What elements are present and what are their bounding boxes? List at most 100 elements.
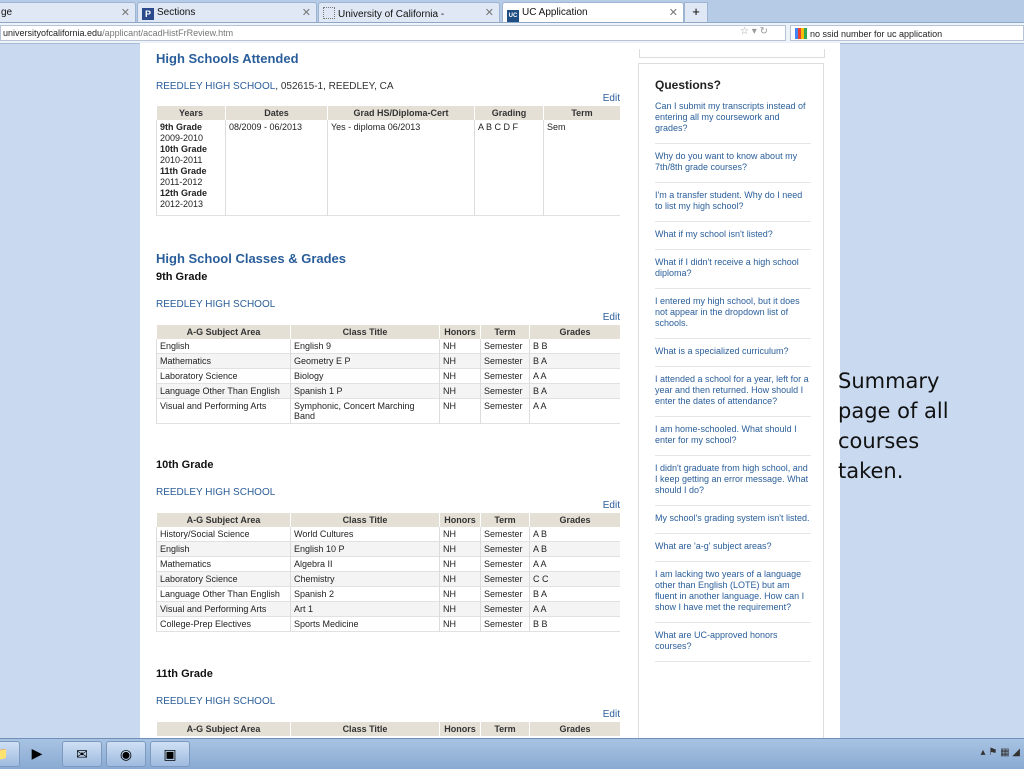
grade-label: 12th Grade xyxy=(160,188,208,198)
close-icon[interactable]: ✕ xyxy=(485,6,494,19)
school-link[interactable]: REEDLEY HIGH SCHOOL xyxy=(156,81,275,92)
tab-4[interactable]: UC UC Application ✕ xyxy=(502,2,684,22)
school-line: REEDLEY HIGH SCHOOL xyxy=(156,487,275,498)
tab-1[interactable]: ge ✕ xyxy=(0,2,136,22)
question-link[interactable]: What are UC-approved honors courses? xyxy=(655,630,811,662)
questions-list: Can I submit my transcripts instead of e… xyxy=(655,101,811,669)
grade-heading: 10th Grade xyxy=(156,459,214,471)
outlook-icon[interactable]: ✉ xyxy=(62,741,102,767)
school-link[interactable]: REEDLEY HIGH SCHOOL xyxy=(156,696,275,707)
url-input[interactable]: universityofcalifornia.edu/applicant/aca… xyxy=(0,25,786,41)
class-title-cell: Chemistry xyxy=(290,571,440,587)
subject-cell: English xyxy=(156,541,291,557)
media-player-icon[interactable]: ▶ xyxy=(22,741,52,767)
question-link[interactable]: What is a specialized curriculum? xyxy=(655,346,811,367)
explorer-icon[interactable]: 📁 xyxy=(0,741,20,767)
question-link[interactable]: I am lacking two years of a language oth… xyxy=(655,569,811,623)
class-title-cell: World Cultures xyxy=(290,527,440,542)
term-cell: Semester xyxy=(480,586,530,602)
navigation-bar: universityofcalifornia.edu/applicant/aca… xyxy=(0,23,1024,44)
classes-table: A-G Subject Area Class Title Honors Term… xyxy=(156,325,620,424)
question-link[interactable]: I'm a transfer student. Why do I need to… xyxy=(655,190,811,222)
powerpoint-icon[interactable]: ▣ xyxy=(150,741,190,767)
table-row: Visual and Performing Arts Symphonic, Con… xyxy=(156,398,620,424)
table-row: Laboratory Science Chemistry NH Semester C C xyxy=(156,571,620,587)
question-link[interactable]: What are 'a-g' subject areas? xyxy=(655,541,811,562)
tab-2[interactable]: P Sections ✕ xyxy=(137,2,317,22)
close-icon[interactable]: ✕ xyxy=(669,6,678,19)
honors-cell: NH xyxy=(439,586,481,602)
edit-link[interactable]: Edit xyxy=(603,500,620,511)
tab-3[interactable]: University of California - ✕ xyxy=(318,2,500,22)
grades-cell: A A xyxy=(529,556,620,572)
annotation-text: Summary page of all courses taken. xyxy=(838,369,949,483)
grades-cell: A B xyxy=(529,527,620,542)
honors-cell: NH xyxy=(439,601,481,617)
term-cell: Semester xyxy=(480,398,530,424)
class-title-cell: Geometry E P xyxy=(290,353,440,369)
loading-icon xyxy=(323,7,335,19)
question-link[interactable]: My school's grading system isn't listed. xyxy=(655,513,811,534)
grades-cell: B A xyxy=(529,353,620,369)
firefox-icon[interactable]: ◉ xyxy=(106,741,146,767)
question-link[interactable]: What if I didn't receive a high school d… xyxy=(655,257,811,289)
grad-cell: Yes - diploma 06/2013 xyxy=(327,120,475,215)
table-row: English English 10 P NH Semester A B xyxy=(156,541,620,557)
honors-cell: NH xyxy=(439,353,481,369)
question-link[interactable]: Can I submit my transcripts instead of e… xyxy=(655,101,811,144)
grade-label: 10th Grade xyxy=(160,144,208,154)
school-link[interactable]: REEDLEY HIGH SCHOOL xyxy=(156,299,275,310)
column-header: Term xyxy=(543,106,620,120)
dropdown-icon[interactable]: ▾ xyxy=(752,26,757,37)
term-cell: Semester xyxy=(480,339,530,354)
school-link[interactable]: REEDLEY HIGH SCHOOL xyxy=(156,487,275,498)
column-header: Honors xyxy=(439,513,481,527)
bookmark-star-icon[interactable]: ☆ xyxy=(740,26,749,37)
honors-cell: NH xyxy=(439,616,481,632)
tab-label: University of California - xyxy=(338,9,445,20)
table-row: Language Other Than English Spanish 2 NH Se… xyxy=(156,586,620,602)
column-header: Term xyxy=(480,325,530,339)
grades-cell: B B xyxy=(529,339,620,354)
year-value: 2011-2012 xyxy=(160,177,203,187)
close-icon[interactable]: ✕ xyxy=(121,6,130,19)
table-row: Mathematics Geometry E P NH Semester B A xyxy=(156,353,620,369)
flag-icon[interactable]: ⚑ xyxy=(988,747,997,758)
term-cell: Semester xyxy=(480,556,530,572)
class-title-cell: English 10 P xyxy=(290,541,440,557)
p-icon: P xyxy=(142,8,154,20)
question-link[interactable]: I am home-schooled. What should I enter … xyxy=(655,424,811,456)
edit-link[interactable]: Edit xyxy=(603,709,620,720)
honors-cell: NH xyxy=(439,527,481,542)
table-row: College-Prep Electives Sports Medicine NH S… xyxy=(156,616,620,632)
network-icon[interactable]: ▦ xyxy=(1000,747,1009,758)
question-link[interactable]: I entered my high school, but it does no… xyxy=(655,296,811,339)
google-icon xyxy=(795,28,807,39)
new-tab-button[interactable]: + xyxy=(684,2,708,22)
tray-arrow-icon[interactable]: ▴ xyxy=(981,747,986,758)
column-header: Term xyxy=(480,513,530,527)
reload-icon[interactable]: ↻ xyxy=(760,26,768,37)
edit-link[interactable]: Edit xyxy=(603,312,620,323)
volume-icon[interactable]: ◢ xyxy=(1012,747,1020,758)
question-link[interactable]: Why do you want to know about my 7th/8th… xyxy=(655,151,811,183)
subject-cell: Mathematics xyxy=(156,556,291,572)
system-tray: ▴ ⚑ ▦ ◢ xyxy=(981,747,1021,758)
grades-cell: A B xyxy=(529,541,620,557)
school-detail: , 052615-1, REEDLEY, CA xyxy=(275,81,394,92)
class-title-cell: Spanish 2 xyxy=(290,586,440,602)
question-link[interactable]: What if my school isn't listed? xyxy=(655,229,811,250)
edit-link[interactable]: Edit xyxy=(603,93,620,104)
grades-cell: C C xyxy=(529,571,620,587)
classes-table: A-G Subject Area Class Title Honors Term… xyxy=(156,513,620,632)
close-icon[interactable]: ✕ xyxy=(302,6,311,19)
question-link[interactable]: I didn't graduate from high school, and … xyxy=(655,463,811,506)
column-header: Grades xyxy=(529,325,620,339)
grade-label: 11th Grade xyxy=(160,166,207,176)
column-header: A-G Subject Area xyxy=(156,513,291,527)
column-header: Grades xyxy=(529,513,620,527)
grades-cell: B A xyxy=(529,586,620,602)
question-link[interactable]: I attended a school for a year, left for… xyxy=(655,374,811,417)
term-cell: Semester xyxy=(480,541,530,557)
search-input[interactable]: no ssid number for uc application xyxy=(790,25,1024,41)
